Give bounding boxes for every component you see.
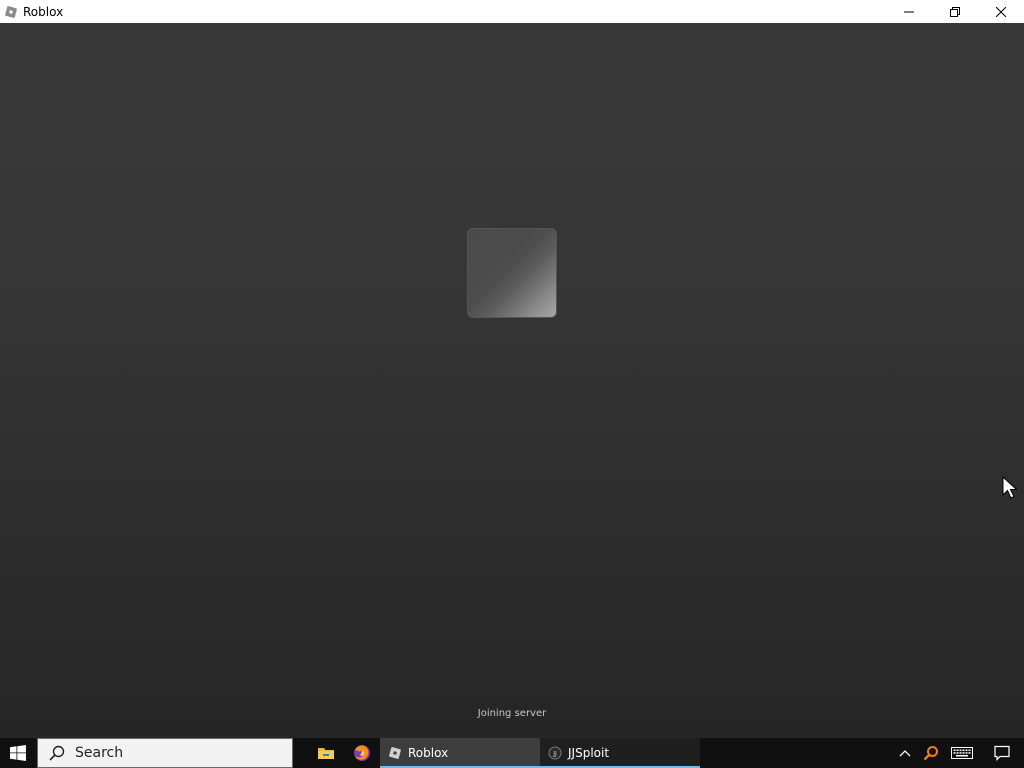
- close-icon: [996, 6, 1006, 17]
- action-center-button[interactable]: [980, 738, 1024, 768]
- taskbar-item-jjsploit[interactable]: JJ JJSploit: [540, 738, 700, 768]
- joining-status-text: Joining server: [477, 708, 547, 719]
- taskbar-search-box[interactable]: Search: [37, 738, 293, 768]
- windows-start-icon: [10, 745, 26, 761]
- taskbar-item-roblox[interactable]: Roblox: [380, 738, 540, 768]
- search-tray-icon: [923, 746, 938, 761]
- svg-text:JJ: JJ: [552, 751, 557, 758]
- game-viewport[interactable]: Joining server: [0, 23, 1024, 738]
- close-button[interactable]: [978, 0, 1024, 23]
- roblox-icon: [388, 746, 402, 760]
- taskbar: Search Roblox JJ JJSploit: [0, 738, 1024, 768]
- minimize-button[interactable]: [886, 0, 932, 23]
- system-tray: [892, 738, 1024, 768]
- keyboard-icon: [951, 747, 973, 759]
- notification-icon: [994, 745, 1010, 761]
- file-explorer-button[interactable]: [308, 738, 344, 768]
- file-explorer-icon: [318, 748, 334, 759]
- firefox-button[interactable]: [344, 738, 380, 768]
- taskbar-item-label: Roblox: [408, 746, 449, 760]
- search-placeholder: Search: [75, 745, 124, 761]
- roblox-icon: [4, 5, 18, 19]
- search-icon: [49, 745, 65, 761]
- tray-search-button[interactable]: [918, 738, 944, 768]
- chevron-up-icon: [899, 750, 911, 757]
- loading-tile: [467, 228, 557, 318]
- jjsploit-icon: JJ: [548, 746, 562, 760]
- minimize-icon: [904, 11, 914, 12]
- restore-button[interactable]: [932, 0, 978, 23]
- window-title: Roblox: [23, 4, 64, 19]
- show-hidden-icons-button[interactable]: [892, 738, 918, 768]
- taskbar-item-label: JJSploit: [568, 746, 610, 760]
- firefox-icon: [354, 745, 370, 761]
- touch-keyboard-button[interactable]: [944, 738, 980, 768]
- window-titlebar: Roblox: [0, 0, 1024, 23]
- mouse-cursor-icon: [1002, 476, 1018, 499]
- restore-icon: [950, 6, 960, 17]
- start-button[interactable]: [0, 738, 36, 768]
